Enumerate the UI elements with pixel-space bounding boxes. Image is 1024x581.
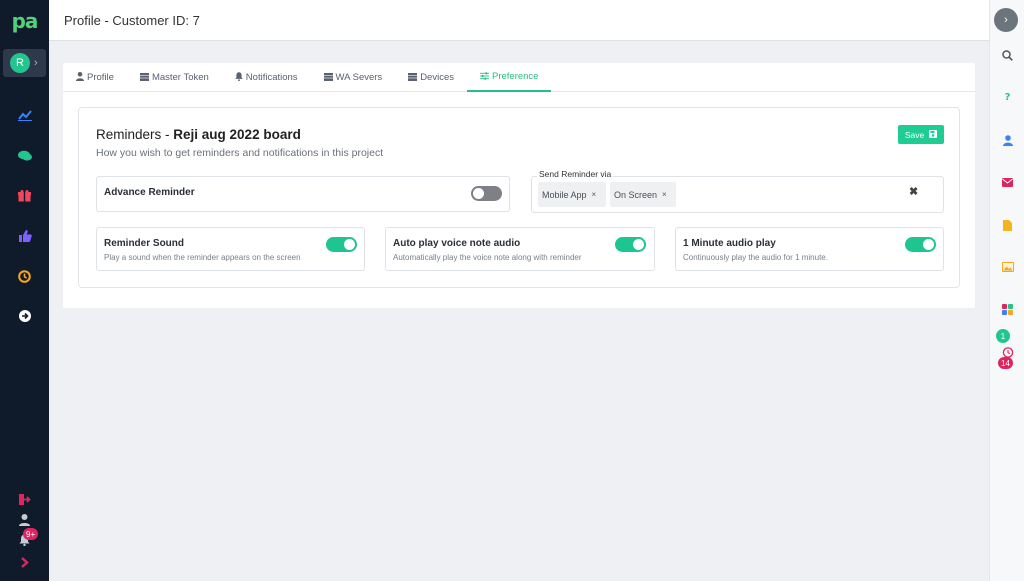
apps-icon[interactable] [990,300,1024,318]
logout-icon[interactable] [0,489,49,509]
alarm-count-badge: 14 [998,357,1013,369]
left-sidebar: pa R › 9+ [0,0,49,581]
avatar: R [10,53,30,73]
chip-remove-icon[interactable]: × [592,190,597,199]
chevron-right-icon[interactable] [0,552,49,572]
logo-text: pa [11,9,39,33]
tab-devices[interactable]: Devices [395,63,467,92]
auto-play-voice-label: Auto play voice note audio [393,238,521,249]
tab-bar: Profile Master Token Notifications WA Se… [63,63,975,92]
bell-icon [235,72,243,83]
minute-audio-label: 1 Minute audio play [683,238,776,249]
search-icon[interactable] [990,46,1024,64]
reminder-count-badge: 1 [996,329,1010,343]
save-button[interactable]: Save [898,125,944,144]
tab-wa-severs[interactable]: WA Severs [311,63,396,92]
save-button-label: Save [904,129,925,140]
reminder-sound-setting: Reminder Sound Play a sound when the rem… [96,227,365,271]
auto-play-voice-toggle[interactable] [615,237,646,252]
chip-label: On Screen [614,189,658,200]
tab-preference[interactable]: Preference [466,63,552,92]
minute-audio-description: Continuously play the audio for 1 minute… [683,253,828,262]
table-icon [139,72,149,83]
help-icon[interactable]: ? [990,88,1024,106]
user-icon[interactable] [0,510,49,530]
card-subtitle: How you wish to get reminders and notifi… [96,147,384,159]
mail-icon[interactable] [990,173,1024,191]
clear-selection-icon[interactable]: ✖ [909,185,918,198]
file-icon[interactable] [990,216,1024,234]
user-icon [76,72,84,83]
auto-play-voice-description: Automatically play the voice note along … [393,253,582,262]
profile-panel: Profile Master Token Notifications WA Se… [63,63,975,308]
arrow-circle-right-icon[interactable] [0,306,49,326]
minute-audio-toggle[interactable] [905,237,936,252]
auto-play-voice-setting: Auto play voice note audio Automatically… [385,227,655,271]
chip-on-screen: On Screen × [610,182,676,207]
reminder-sound-label: Reminder Sound [104,238,185,249]
header: Profile - Customer ID: 7 [49,0,989,41]
send-reminder-select[interactable]: Mobile App × On Screen × ✖ [531,176,944,213]
tab-profile[interactable]: Profile [63,63,127,92]
card-title: Reminders - Reji aug 2022 board [96,127,301,142]
chat-icon[interactable] [0,146,49,166]
reminder-sound-toggle[interactable] [326,237,357,252]
thumbs-up-icon[interactable] [0,226,49,246]
floppy-disk-icon [929,129,938,140]
chip-mobile-app: Mobile App × [538,182,606,207]
chip-label: Mobile App [542,189,587,200]
advance-reminder-setting: Advance Reminder [96,176,510,212]
board-name: Reji aug 2022 board [173,127,301,142]
sliders-icon [479,71,489,82]
tab-label: Preference [491,71,539,82]
chevron-right-icon[interactable]: › [994,8,1018,32]
tab-label: Profile [87,72,114,83]
tab-notifications[interactable]: Notifications [222,63,311,92]
gift-icon[interactable] [0,186,49,206]
chart-icon[interactable] [0,105,49,125]
chevron-right-icon: › [34,57,38,69]
reminders-card: Reminders - Reji aug 2022 board How you … [78,107,960,288]
table-icon [323,72,333,83]
notification-badge: 9+ [23,528,39,540]
app-logo[interactable]: pa [0,0,49,42]
tab-label: WA Severs [335,72,383,83]
page-title: Profile - Customer ID: 7 [64,12,200,28]
history-icon[interactable] [0,266,49,286]
reminder-sound-description: Play a sound when the reminder appears o… [104,253,301,262]
send-reminder-label: Send Reminder via [537,169,614,179]
table-icon [408,72,418,83]
contact-icon[interactable] [990,131,1024,149]
tab-label: Notifications [245,72,298,83]
minute-audio-setting: 1 Minute audio play Continuously play th… [675,227,944,271]
advance-reminder-label: Advance Reminder [104,187,195,198]
user-menu[interactable]: R › [3,49,46,77]
tab-label: Devices [420,72,454,83]
chip-remove-icon[interactable]: × [662,190,667,199]
image-icon[interactable] [990,258,1024,276]
tab-label: Master Token [151,72,209,83]
right-rail: › ? 1 14 [989,0,1024,581]
tab-master-token[interactable]: Master Token [127,63,222,92]
title-prefix: Reminders - [96,127,174,142]
advance-reminder-toggle[interactable] [471,186,502,201]
